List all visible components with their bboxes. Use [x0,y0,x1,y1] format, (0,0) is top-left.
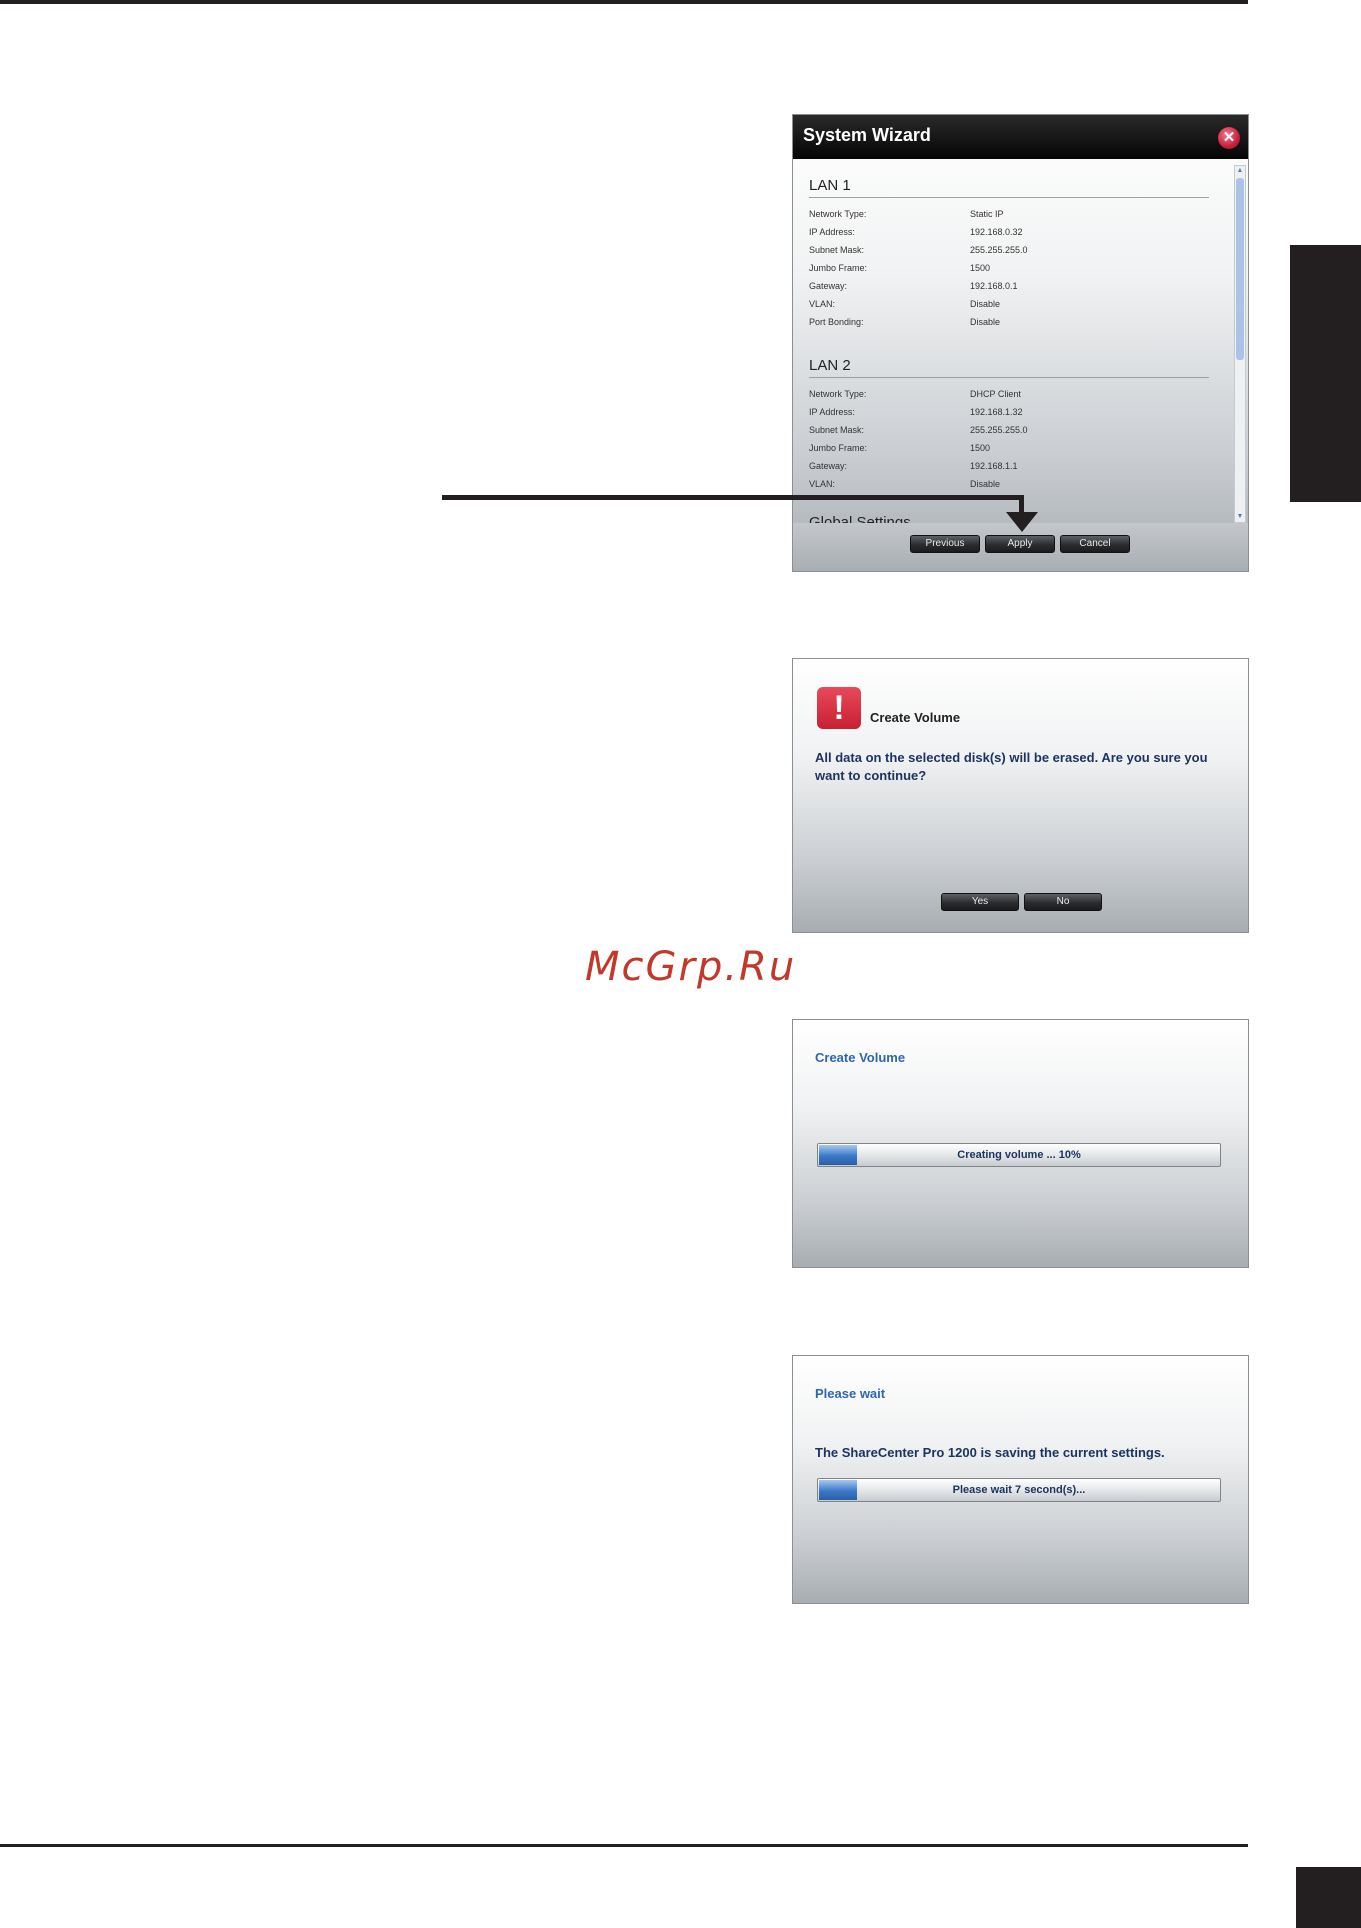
wizard-title: System Wizard [803,125,931,145]
exclamation-icon: ! [817,687,861,729]
close-icon[interactable]: ✕ [1218,127,1240,149]
progress-bar: Creating volume ... 10% [817,1143,1221,1167]
please-wait-dialog: Please wait The ShareCenter Pro 1200 is … [792,1355,1249,1604]
lan1-row: Gateway: 192.168.0.1 [809,281,1209,294]
lan2-row: Jumbo Frame: 1500 [809,443,1209,456]
wizard-titlebar: System Wizard ✕ [793,115,1248,159]
wizard-scrollbar[interactable]: ▲ ▼ [1234,165,1246,523]
field-value: 192.168.0.1 [970,281,1018,291]
field-value: 1500 [970,263,991,273]
field-label: Jumbo Frame: [809,443,868,453]
field-value: Static IP [970,209,1004,219]
create-volume-confirm-dialog: ! Create Volume All data on the selected… [792,658,1249,933]
lan2-row: Gateway: 192.168.1.1 [809,461,1209,474]
field-value: DHCP Client [970,389,1021,399]
lan1-row: IP Address: 192.168.0.32 [809,227,1209,240]
lan1-row: Subnet Mask: 255.255.255.0 [809,245,1209,258]
previous-button[interactable]: Previous [910,535,980,553]
confirm-title: Create Volume [870,710,961,725]
apply-button[interactable]: Apply [985,535,1055,553]
lan1-row: VLAN: Disable [809,299,1209,312]
progress-bar-label: Creating volume ... 10% [957,1149,1081,1161]
create-volume-progress-dialog: Create Volume Creating volume ... 10% [792,1019,1249,1268]
wait-progress-bar-label: Please wait 7 second(s)... [952,1484,1086,1496]
field-label: Subnet Mask: [809,245,865,255]
field-label: IP Address: [809,227,855,237]
field-label: VLAN: [809,479,836,489]
wait-title: Please wait [815,1386,886,1401]
field-value: 255.255.255.0 [970,245,1028,255]
scroll-up-icon[interactable]: ▲ [1235,166,1245,176]
wizard-content: LAN 1 Network Type: Static IP IP Address:… [793,159,1232,571]
wait-progress-bar: Please wait 7 second(s)... [817,1478,1221,1502]
section-tab [1290,245,1361,502]
lan1-row: Jumbo Frame: 1500 [809,263,1209,276]
field-value: 192.168.1.1 [970,461,1018,471]
field-label: IP Address: [809,407,855,417]
lan2-row: VLAN: Disable [809,479,1209,492]
scroll-down-icon[interactable]: ▼ [1235,512,1245,522]
field-value: 192.168.1.32 [970,407,1023,417]
field-label: Jumbo Frame: [809,263,868,273]
field-label: Port Bonding: [809,317,864,327]
callout-arrow-line [442,495,1024,500]
field-label: VLAN: [809,299,836,309]
lan2-row: IP Address: 192.168.1.32 [809,407,1209,420]
progress-title: Create Volume [815,1050,906,1065]
field-value: Disable [970,479,1001,489]
top-rule [0,0,1248,4]
scrollbar-thumb[interactable] [1236,178,1244,360]
yes-button[interactable]: Yes [941,893,1019,911]
callout-arrowhead [1006,512,1038,532]
lan1-row: Network Type: Static IP [809,209,1209,222]
lan2-title: LAN 2 [809,357,1209,378]
field-label: Subnet Mask: [809,425,865,435]
lan1-title: LAN 1 [809,177,1209,198]
field-value: Disable [970,299,1001,309]
field-label: Network Type: [809,209,867,219]
field-value: 1500 [970,443,991,453]
page-number-box [1296,1867,1361,1928]
field-label: Network Type: [809,389,867,399]
field-value: 255.255.255.0 [970,425,1028,435]
confirm-message: All data on the selected disk(s) will be… [815,750,1208,783]
lan2-row: Network Type: DHCP Client [809,389,1209,402]
cancel-button[interactable]: Cancel [1060,535,1130,553]
lan1-row: Port Bonding: Disable [809,317,1209,330]
field-value: Disable [970,317,1001,327]
field-label: Gateway: [809,461,848,471]
field-label: Gateway: [809,281,848,291]
field-value: 192.168.0.32 [970,227,1023,237]
bottom-rule [0,1844,1248,1847]
no-button[interactable]: No [1024,893,1102,911]
lan2-row: Subnet Mask: 255.255.255.0 [809,425,1209,438]
wait-message: The ShareCenter Pro 1200 is saving the c… [815,1445,1165,1460]
callout-arrow-stem [1019,495,1024,513]
watermark: McGrp.Ru [585,944,797,990]
